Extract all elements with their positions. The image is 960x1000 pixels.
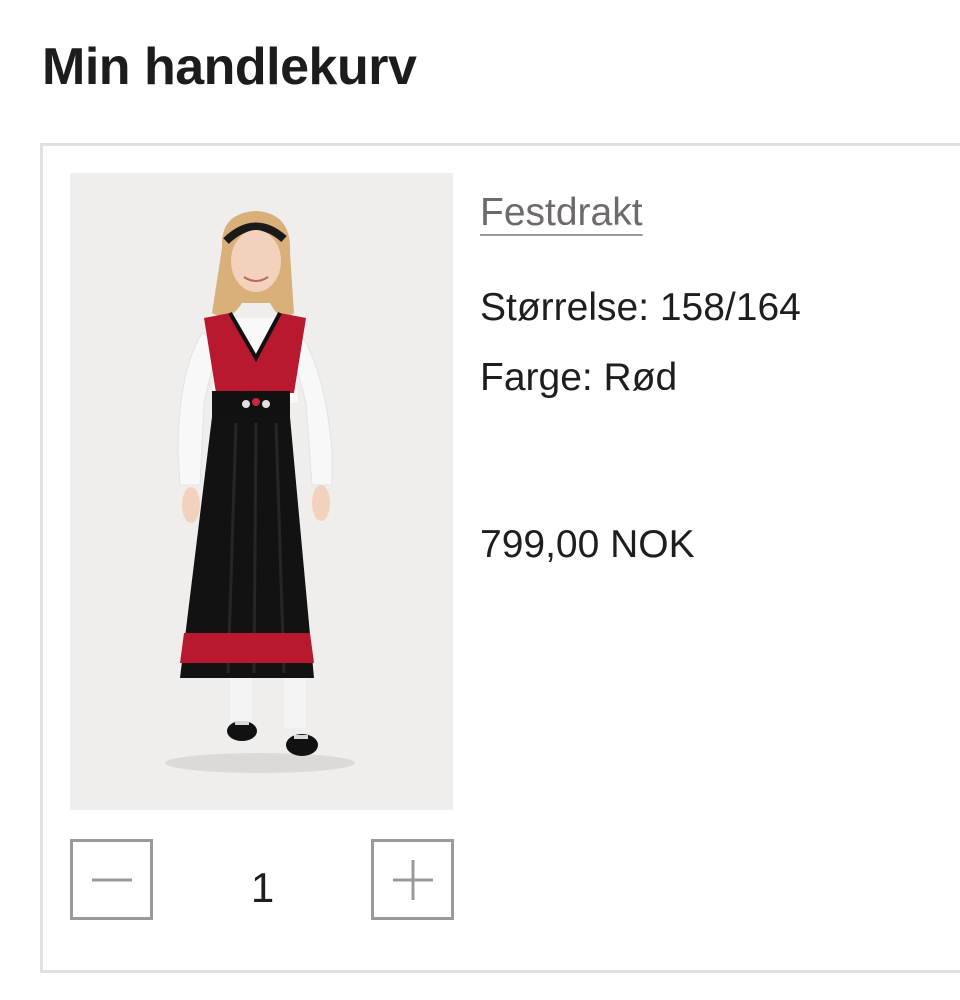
plus-icon [374, 858, 451, 902]
minus-icon [73, 858, 150, 902]
decrease-quantity-button[interactable] [70, 839, 153, 920]
page-title: Min handlekurv [42, 38, 417, 96]
increase-quantity-button[interactable] [371, 839, 454, 920]
product-price: 799,00 NOK [480, 523, 695, 566]
product-image[interactable] [70, 173, 453, 810]
product-color: Farge: Rød [480, 356, 678, 399]
cart-page: Min handlekurv Festdrakt Størrelse: 158/… [0, 0, 960, 1000]
product-name-link[interactable]: Festdrakt [480, 190, 643, 236]
quantity-value: 1 [250, 864, 275, 911]
product-size: Størrelse: 158/164 [480, 286, 801, 329]
